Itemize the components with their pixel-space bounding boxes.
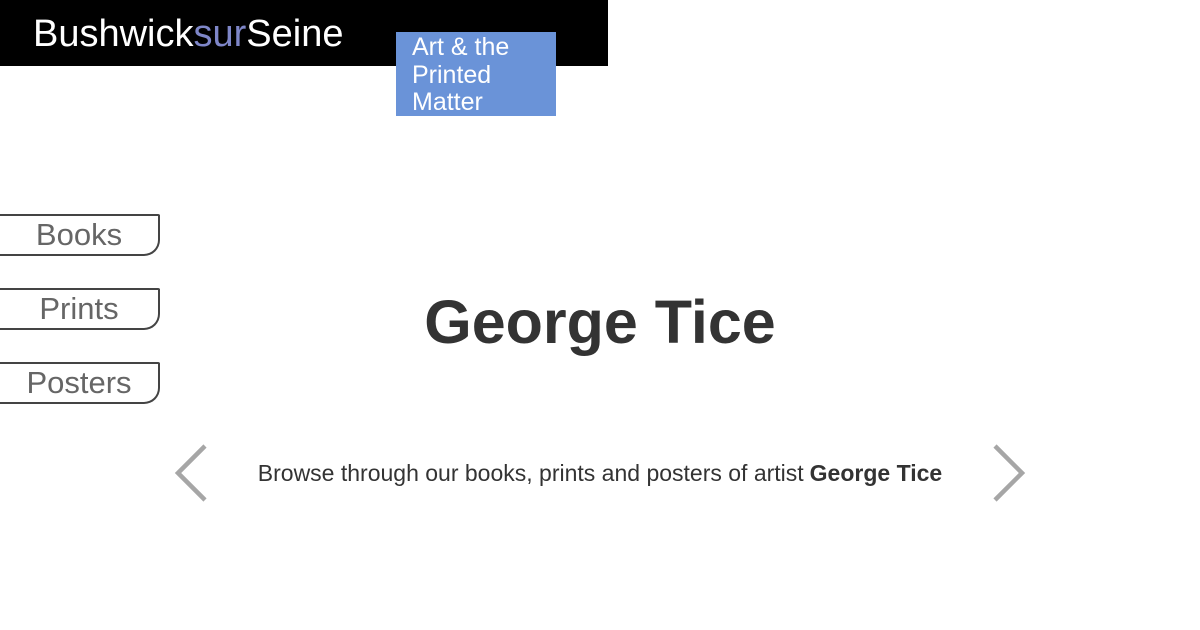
- browse-text: Browse through our books, prints and pos…: [257, 460, 804, 486]
- tagline-line-3: Matter: [412, 88, 483, 116]
- page: BushwicksurSeine Art & the Printed Matte…: [0, 0, 1200, 630]
- carousel-next-button[interactable]: [990, 444, 1030, 502]
- logo-part-sur: sur: [193, 13, 247, 55]
- page-title: George Tice: [424, 288, 776, 356]
- tagline-box: Art & the Printed Matter: [396, 32, 556, 116]
- browse-artist-name: George Tice: [809, 460, 943, 486]
- site-logo[interactable]: BushwicksurSeine: [33, 12, 344, 56]
- nav-tab-posters[interactable]: Posters: [0, 362, 160, 404]
- tagline-line-2: Printed: [412, 60, 492, 89]
- nav-tab-books[interactable]: Books: [0, 214, 160, 256]
- logo-part-seine: Seine: [246, 13, 344, 55]
- chevron-right-icon: [993, 444, 1026, 502]
- tagline-line-1: Art & the: [412, 33, 510, 61]
- logo-part-bushwick: Bushwick: [33, 13, 194, 55]
